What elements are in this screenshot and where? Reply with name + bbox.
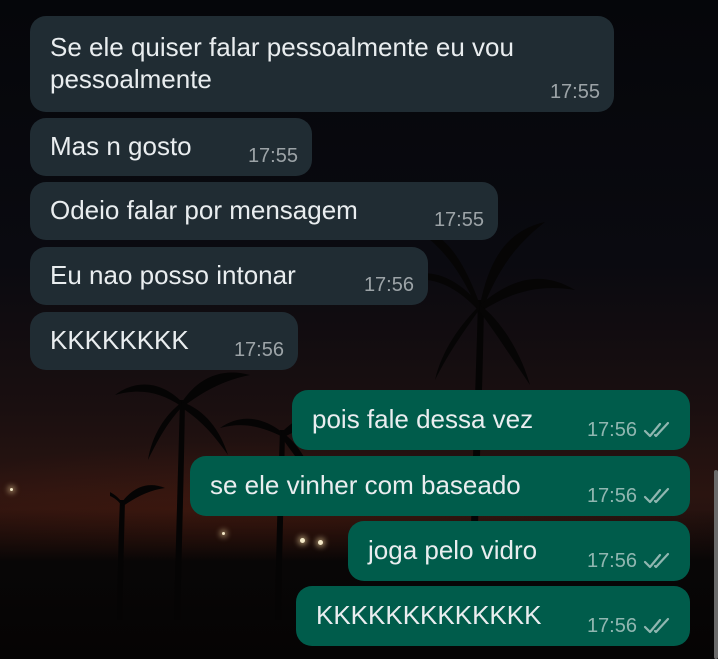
distant-light: [300, 538, 305, 543]
message-time: 17:56: [363, 274, 414, 296]
message-meta: 17:56: [234, 340, 284, 360]
outgoing-message-bubble[interactable]: se ele vinher com baseado 17:56: [190, 456, 690, 516]
message-meta: 17:56: [587, 616, 674, 636]
message-meta: 17:55: [434, 210, 484, 230]
outgoing-message-bubble[interactable]: KKKKKKKKKKKKK 17:56: [296, 586, 690, 646]
message-time: 17:55: [433, 209, 484, 231]
message-meta: 17:55: [248, 146, 298, 166]
double-check-icon: [643, 617, 670, 634]
message-meta: 17:56: [587, 551, 674, 571]
message-text: Odeio falar por mensagem: [50, 195, 358, 225]
message-time: 17:56: [586, 615, 637, 637]
distant-light: [10, 488, 13, 491]
message-time: 17:56: [586, 419, 637, 441]
incoming-message-bubble[interactable]: Mas n gosto 17:55: [30, 118, 312, 176]
message-time: 17:56: [233, 339, 284, 361]
distant-light: [318, 540, 323, 545]
incoming-message-bubble[interactable]: Eu nao posso intonar 17:56: [30, 247, 428, 305]
message-meta: 17:56: [364, 275, 414, 295]
message-time: 17:56: [586, 550, 637, 572]
message-time: 17:55: [549, 81, 600, 103]
outgoing-message-bubble[interactable]: pois fale dessa vez 17:56: [292, 390, 690, 450]
message-text: Eu nao posso intonar: [50, 260, 296, 290]
message-meta: 17:56: [587, 486, 674, 506]
message-meta: 17:55: [550, 82, 600, 102]
outgoing-message-bubble[interactable]: joga pelo vidro 17:56: [348, 521, 690, 581]
scrollbar[interactable]: [714, 470, 718, 659]
message-time: 17:55: [247, 145, 298, 167]
double-check-icon: [643, 487, 670, 504]
incoming-message-bubble[interactable]: Se ele quiser falar pessoalmente eu vou …: [30, 16, 614, 112]
message-text: Se ele quiser falar pessoalmente eu vou …: [50, 32, 514, 94]
double-check-icon: [643, 552, 670, 569]
distant-light: [222, 532, 225, 535]
incoming-message-bubble[interactable]: Odeio falar por mensagem 17:55: [30, 182, 498, 240]
incoming-message-bubble[interactable]: KKKKKKKK 17:56: [30, 312, 298, 370]
message-time: 17:56: [586, 485, 637, 507]
message-meta: 17:56: [587, 420, 674, 440]
double-check-icon: [643, 421, 670, 438]
